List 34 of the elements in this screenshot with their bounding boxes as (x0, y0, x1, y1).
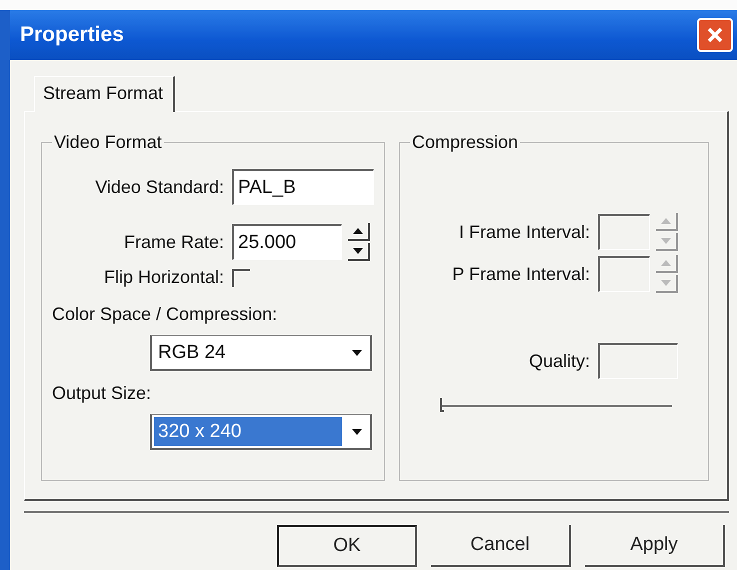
field-label: Output Size: (52, 383, 152, 403)
window-title: Properties (20, 23, 124, 47)
dropdown-value: 320 x 240 (154, 417, 342, 446)
checkbox-label: Flip Horizontal: (102, 267, 224, 288)
tab[interactable]: Stream Format (34, 76, 176, 112)
dropdown-value: RGB 24 (157, 340, 227, 364)
dropdown[interactable]: 320 x 240 (150, 414, 372, 450)
caret-icon (352, 350, 362, 356)
slider-thumb[interactable] (440, 398, 444, 412)
field-label: Video Standard: (94, 176, 224, 198)
field-label: Quality: (528, 350, 590, 372)
field-label: Frame Rate: (122, 232, 224, 252)
input-field[interactable]: PAL_B (232, 169, 374, 205)
dropdown[interactable]: RGB 24 (150, 335, 372, 371)
up-arrow-icon (661, 260, 671, 266)
dialog-button[interactable]: Apply (585, 525, 725, 567)
group-title: Video Format (53, 132, 163, 153)
dialog-button[interactable]: OK (277, 525, 417, 567)
caret-icon (352, 428, 362, 434)
down-arrow-icon (661, 280, 671, 286)
close-button[interactable] (697, 18, 733, 52)
close-icon (706, 26, 724, 44)
input-field[interactable]: 25.000 (232, 224, 342, 260)
group-title: Compression (411, 132, 520, 153)
field-label: P Frame Interval: (451, 264, 590, 284)
field-label: I Frame Interval: (458, 222, 590, 242)
dialog-button[interactable]: Cancel (431, 525, 571, 567)
down-arrow-icon (353, 248, 363, 254)
up-arrow-icon (661, 218, 671, 224)
spin-down-button[interactable] (348, 243, 370, 261)
up-arrow-icon (353, 228, 363, 234)
down-arrow-icon (661, 238, 671, 244)
field-label: Color Space / Compression: (52, 304, 278, 324)
input-field[interactable] (598, 343, 678, 379)
